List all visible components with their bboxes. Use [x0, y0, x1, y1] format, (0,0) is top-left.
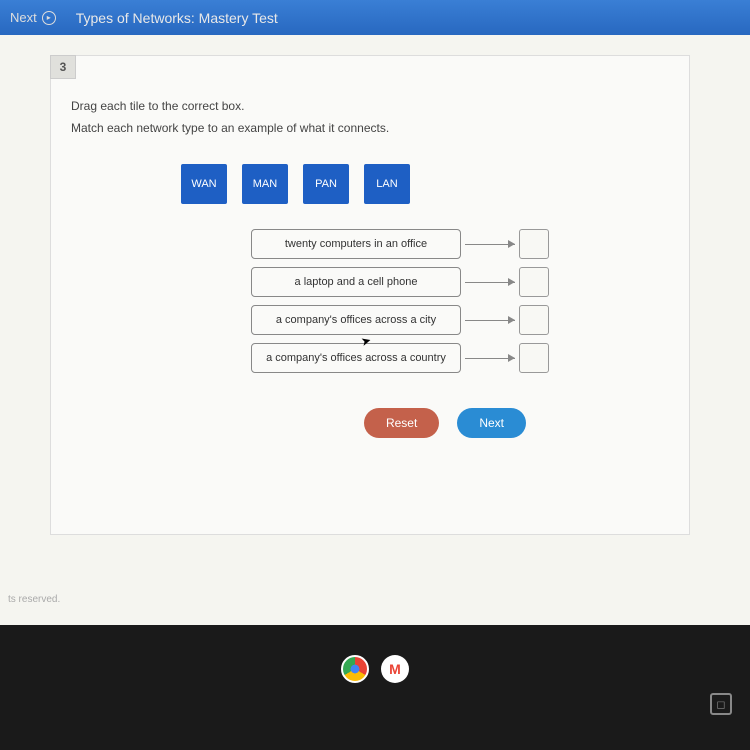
arrow-icon — [465, 358, 515, 359]
tile-wan[interactable]: WAN — [181, 164, 227, 204]
tiles-row: WAN MAN PAN LAN — [51, 149, 689, 229]
next-label: Next — [10, 10, 37, 25]
action-buttons: Reset Next — [51, 408, 689, 438]
page-title: Types of Networks: Mastery Test — [76, 10, 278, 26]
tile-man[interactable]: MAN — [242, 164, 288, 204]
taskbar: M ◻ — [0, 625, 750, 750]
arrow-right-icon: ▸ — [42, 11, 56, 25]
header-bar: Next ▸ Types of Networks: Mastery Test — [0, 0, 750, 35]
next-button[interactable]: Next — [457, 408, 526, 438]
footer-text: ts reserved. — [8, 594, 60, 605]
match-label-4: a company's offices across a country — [251, 343, 461, 373]
instruction-line-2: Match each network type to an example of… — [71, 118, 669, 140]
header-next-button[interactable]: Next ▸ — [10, 10, 56, 25]
instructions: Drag each tile to the correct box. Match… — [51, 56, 689, 149]
match-row: twenty computers in an office — [251, 229, 689, 259]
match-label-1: twenty computers in an office — [251, 229, 461, 259]
content-area: 3 Drag each tile to the correct box. Mat… — [0, 35, 750, 625]
match-label-3: a company's offices across a city — [251, 305, 461, 335]
reset-button[interactable]: Reset — [364, 408, 439, 438]
arrow-icon — [465, 320, 515, 321]
arrow-icon — [465, 244, 515, 245]
match-row: a laptop and a cell phone — [251, 267, 689, 297]
tile-lan[interactable]: LAN — [364, 164, 410, 204]
drop-target-3[interactable] — [519, 305, 549, 335]
instruction-line-1: Drag each tile to the correct box. — [71, 96, 669, 118]
arrow-icon — [465, 282, 515, 283]
taskbar-icons: M — [0, 625, 750, 683]
drop-target-2[interactable] — [519, 267, 549, 297]
match-rows: twenty computers in an office a laptop a… — [51, 229, 689, 373]
match-row: a company's offices across a country — [251, 343, 689, 373]
match-row: a company's offices across a city — [251, 305, 689, 335]
tile-pan[interactable]: PAN — [303, 164, 349, 204]
drop-target-4[interactable] — [519, 343, 549, 373]
screenshot-icon[interactable]: ◻ — [710, 693, 732, 715]
question-card: 3 Drag each tile to the correct box. Mat… — [50, 55, 690, 535]
question-number-tab[interactable]: 3 — [50, 55, 76, 79]
drop-target-1[interactable] — [519, 229, 549, 259]
match-label-2: a laptop and a cell phone — [251, 267, 461, 297]
gmail-icon[interactable]: M — [381, 655, 409, 683]
chrome-icon[interactable] — [341, 655, 369, 683]
